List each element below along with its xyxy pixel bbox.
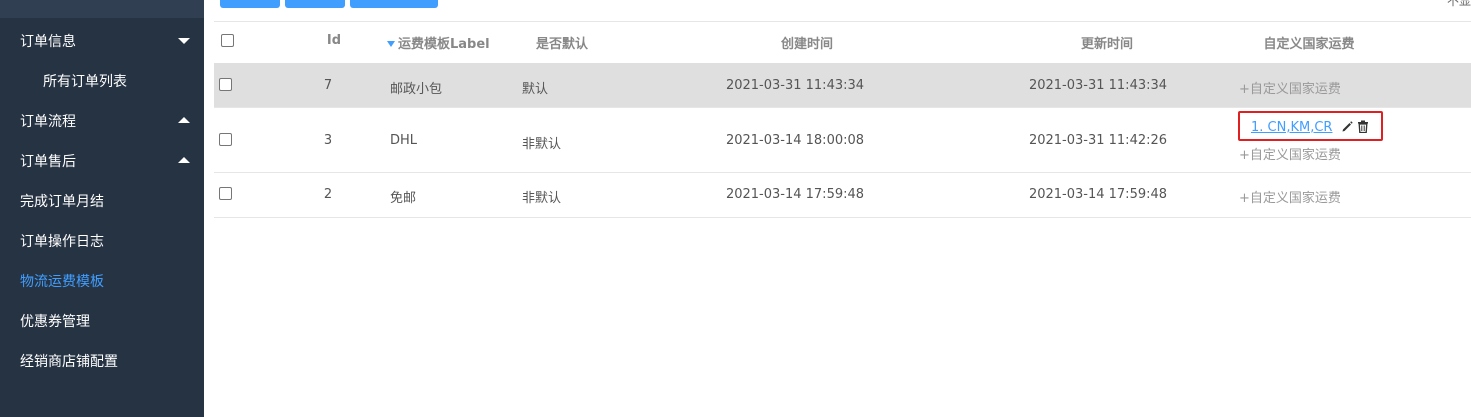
sidebar-item-dealer-store-config[interactable]: 经销商店铺配置 <box>0 341 204 381</box>
add-custom-country-fee-link[interactable]: +自定义国家运费 <box>1239 187 1341 206</box>
sidebar-item-shipping-templates[interactable]: 物流运费模板 <box>0 261 204 301</box>
column-header-id[interactable]: Id <box>327 33 341 48</box>
sidebar-item-label: 订单信息 <box>20 34 76 50</box>
row-checkbox[interactable] <box>219 78 232 91</box>
chevron-down-icon <box>178 38 190 44</box>
sidebar-item-order-info[interactable]: 订单信息 <box>0 21 204 61</box>
toolbar-button-3[interactable] <box>350 0 438 8</box>
sidebar-item-label: 订单售后 <box>20 154 76 170</box>
cell-label: 邮政小包 <box>390 82 443 97</box>
cell-default: 默认 <box>522 82 549 97</box>
cell-id: 3 <box>323 133 333 148</box>
cell-created: 2021-03-14 18:00:08 <box>725 133 865 148</box>
trash-icon[interactable] <box>1357 120 1369 137</box>
column-header-created[interactable]: 创建时间 <box>781 33 833 52</box>
add-custom-country-fee-link[interactable]: +自定义国家运费 <box>1239 78 1341 97</box>
sidebar-item-monthly-settlement[interactable]: 完成订单月结 <box>0 181 204 221</box>
sidebar-item-label: 优惠券管理 <box>20 314 90 330</box>
toolbar-button-1[interactable] <box>220 0 280 8</box>
column-header-label[interactable]: 运费模板Label <box>387 33 490 52</box>
pencil-icon[interactable] <box>1341 120 1353 137</box>
sidebar-item-label: 订单操作日志 <box>20 234 104 250</box>
sidebar-item-after-sales[interactable]: 订单售后 <box>0 141 204 181</box>
row-checkbox[interactable] <box>219 133 232 146</box>
toolbar-button-2[interactable] <box>285 0 345 8</box>
sidebar-item-all-orders[interactable]: 所有订单列表 <box>0 61 204 101</box>
cell-label: DHL <box>390 133 418 148</box>
table-row[interactable]: 2 免邮 非默认 2021-03-14 17:59:48 2021-03-14 … <box>214 173 1471 218</box>
table-row[interactable]: 7 邮政小包 默认 2021-03-31 11:43:34 2021-03-31… <box>214 63 1471 108</box>
column-header-custom: 自定义国家运费 <box>1263 37 1355 52</box>
cell-default: 非默认 <box>522 191 562 206</box>
toolbar-corner-text: 不显 <box>1446 0 1471 8</box>
cell-updated: 2021-03-31 11:43:34 <box>1028 78 1168 93</box>
sidebar-item-operation-log[interactable]: 订单操作日志 <box>0 221 204 261</box>
cell-created: 2021-03-14 17:59:48 <box>725 187 865 202</box>
cell-id: 7 <box>323 78 333 93</box>
cell-updated: 2021-03-31 11:42:26 <box>1028 133 1168 148</box>
main-content: 不显 Id 运费模板Label 是否默认 创建时间 更新时间 自定义国家运费 7… <box>204 0 1471 417</box>
cell-updated: 2021-03-14 17:59:48 <box>1028 187 1168 202</box>
sidebar: 订单信息 所有订单列表 订单流程 订单售后 完成订单月结 订单操作日志 物流运费… <box>0 0 204 417</box>
sidebar-item-order-flow[interactable]: 订单流程 <box>0 101 204 141</box>
column-header-label-text: 运费模板Label <box>398 37 490 52</box>
sidebar-item-coupons[interactable]: 优惠券管理 <box>0 301 204 341</box>
sidebar-item-label: 经销商店铺配置 <box>20 354 118 370</box>
sort-desc-icon <box>387 40 395 47</box>
cell-default: 非默认 <box>522 137 562 152</box>
sidebar-item-label: 所有订单列表 <box>43 74 127 90</box>
select-all-checkbox[interactable] <box>221 34 234 47</box>
row-checkbox[interactable] <box>219 187 232 200</box>
column-header-default[interactable]: 是否默认 <box>536 33 588 52</box>
sidebar-item-label: 物流运费模板 <box>20 274 104 290</box>
chevron-up-icon <box>178 117 190 123</box>
chevron-up-icon <box>178 157 190 163</box>
cell-id: 2 <box>323 187 333 202</box>
custom-country-fee-entry-link[interactable]: 1. CN,KM,CR <box>1251 120 1332 135</box>
sidebar-item-label: 完成订单月结 <box>20 194 104 210</box>
column-header-updated[interactable]: 更新时间 <box>1081 33 1133 52</box>
cell-label: 免邮 <box>390 191 417 206</box>
cell-created: 2021-03-31 11:43:34 <box>725 78 865 93</box>
table-top-border <box>214 21 1471 22</box>
add-custom-country-fee-link[interactable]: +自定义国家运费 <box>1239 144 1341 163</box>
sidebar-item-label: 订单流程 <box>20 114 76 130</box>
sidebar-top-strip <box>0 0 204 18</box>
